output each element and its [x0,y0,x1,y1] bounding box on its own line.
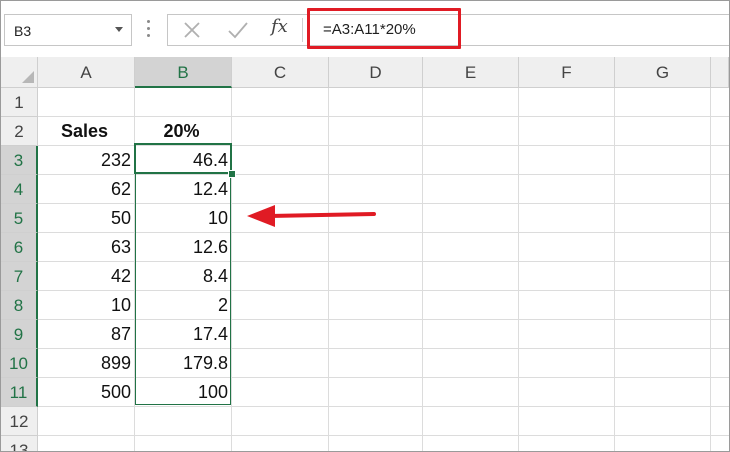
row-header-2[interactable]: 2 [1,117,38,146]
cell-a11[interactable]: 500 [38,378,135,407]
cell-a3[interactable]: 232 [38,146,135,175]
formula-bar-area: B3 fx =A3:A11*20% [1,1,729,57]
row-header-10[interactable]: 10 [1,349,38,378]
checkmark-icon[interactable] [226,19,250,41]
gridline [518,88,519,451]
gridline [38,435,729,436]
column-header-c[interactable]: C [232,57,329,88]
gridline [328,88,329,451]
chevron-down-icon[interactable] [115,27,123,32]
cell-a5[interactable]: 50 [38,204,135,233]
active-cell-outline [134,143,232,174]
row-header-13[interactable]: 13 [1,436,38,451]
worksheet-grid[interactable]: A B C D E F G 1 2 3 4 5 6 7 8 9 10 11 12… [1,57,729,451]
row-header-4[interactable]: 4 [1,175,38,204]
row-header-6[interactable]: 6 [1,233,38,262]
row-header-3[interactable]: 3 [1,146,38,175]
drag-handle-icon[interactable] [147,20,150,40]
select-all-triangle-icon [22,71,34,83]
row-header-9[interactable]: 9 [1,320,38,349]
name-box-value: B3 [14,23,32,39]
name-box[interactable]: B3 [4,14,132,46]
cell-a7[interactable]: 42 [38,262,135,291]
insert-function-icon[interactable]: fx [271,16,288,37]
cancel-icon[interactable] [181,19,203,41]
cell-a10[interactable]: 899 [38,349,135,378]
column-header-d[interactable]: D [329,57,423,88]
row-header-11[interactable]: 11 [1,378,38,407]
column-header-b[interactable]: B [135,57,232,88]
cell-a4[interactable]: 62 [38,175,135,204]
select-all-button[interactable] [1,57,38,88]
column-header-a[interactable]: A [38,57,135,88]
annotation-arrow-icon [247,205,376,227]
column-header-e[interactable]: E [423,57,519,88]
row-header-8[interactable]: 8 [1,291,38,320]
column-header-f[interactable]: F [519,57,615,88]
column-header-h[interactable] [711,57,729,88]
formula-bar-divider [302,18,303,42]
fill-handle[interactable] [228,170,236,178]
cell-a9[interactable]: 87 [38,320,135,349]
row-header-5[interactable]: 5 [1,204,38,233]
column-header-g[interactable]: G [615,57,711,88]
row-header-1[interactable]: 1 [1,88,38,117]
row-header-12[interactable]: 12 [1,407,38,436]
gridline [710,88,711,451]
gridline [614,88,615,451]
formula-highlight-box [307,8,461,49]
row-header-7[interactable]: 7 [1,262,38,291]
selected-range-outline [135,144,231,405]
excel-window: B3 fx =A3:A11*20% A B C D E F G 1 2 3 4 … [0,0,730,452]
cell-a2[interactable]: Sales [38,117,135,146]
gridline [422,88,423,451]
cell-b2[interactable]: 20% [135,117,232,146]
cell-a8[interactable]: 10 [38,291,135,320]
cell-a6[interactable]: 63 [38,233,135,262]
